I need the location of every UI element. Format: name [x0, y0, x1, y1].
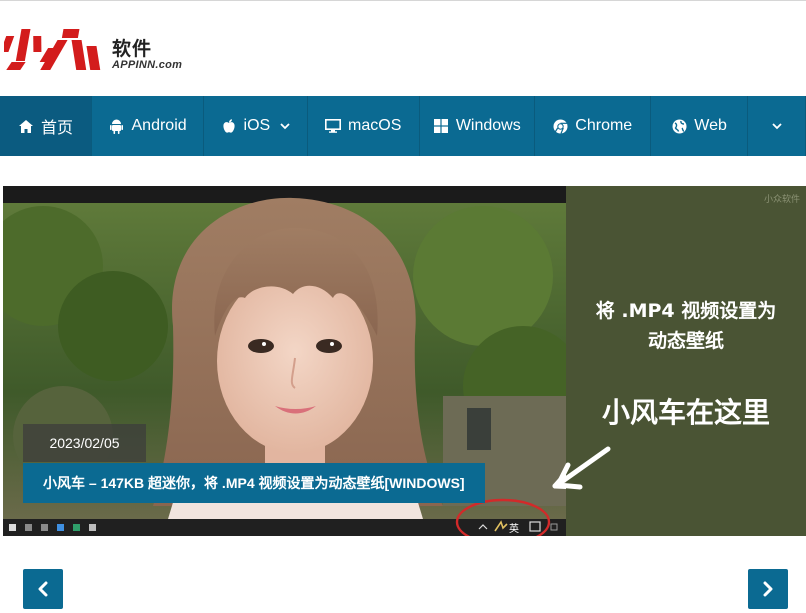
nav-label: Web — [694, 117, 727, 134]
top-border — [0, 0, 806, 1]
featured-slider[interactable]: 英 小众软件 将 .MP4 视频设置为 动态壁纸 小风车在这里 2023/02/… — [3, 186, 806, 536]
nav-item-macos[interactable]: macOS — [308, 96, 420, 156]
image-caption-line-2: 小风车在这里 — [601, 396, 770, 429]
tray-lang: 英 — [509, 522, 519, 535]
main-nav: 首页 Android iOS macOS Windows Chrome Web — [0, 96, 806, 156]
post-title-link[interactable]: 小风车 – 147KB 超迷你，将 .MP4 视频设置为动态壁纸[WINDOWS… — [23, 463, 485, 503]
windows-icon — [433, 118, 449, 134]
chevron-down-icon — [280, 119, 290, 133]
nav-item-chrome[interactable]: Chrome — [535, 96, 651, 156]
slider-prev-button[interactable] — [23, 569, 63, 609]
logo-text-en: APPINN.com — [112, 59, 183, 71]
nav-label: Chrome — [575, 117, 633, 134]
nav-item-web[interactable]: Web — [651, 96, 749, 156]
arrow-pointer-icon — [555, 446, 611, 490]
chrome-icon — [552, 118, 568, 134]
post-date: 2023/02/05 — [23, 424, 146, 462]
chevron-down-icon — [772, 117, 782, 135]
nav-item-windows[interactable]: Windows — [420, 96, 535, 156]
nav-label: Android — [131, 117, 187, 134]
monitor-icon — [325, 118, 342, 134]
nav-more[interactable] — [748, 96, 806, 156]
android-icon — [109, 118, 125, 134]
nav-label: Windows — [455, 117, 521, 134]
chevron-left-icon — [38, 581, 48, 597]
featured-image-caption-panel: 小众软件 将 .MP4 视频设置为 动态壁纸 小风车在这里 — [555, 186, 806, 536]
nav-label: 首页 — [41, 120, 74, 137]
apple-icon — [221, 118, 237, 134]
globe-icon — [671, 118, 687, 134]
logo-mark-icon — [4, 29, 101, 70]
nav-item-android[interactable]: Android — [92, 96, 205, 156]
image-caption-line-1: 将 .MP4 视频设置为 动态壁纸 — [595, 300, 777, 352]
watermark: 小众软件 — [763, 194, 800, 204]
nav-label: macOS — [348, 117, 402, 134]
logo-text-cn: 软件 — [112, 38, 153, 60]
chevron-right-icon — [763, 581, 773, 597]
site-logo[interactable]: 软件 APPINN.com — [4, 26, 204, 74]
nav-label: iOS — [243, 117, 271, 134]
nav-item-ios[interactable]: iOS — [204, 96, 308, 156]
home-icon — [18, 118, 34, 134]
nav-item-home[interactable]: 首页 — [0, 96, 93, 156]
slider-next-button[interactable] — [748, 569, 788, 609]
